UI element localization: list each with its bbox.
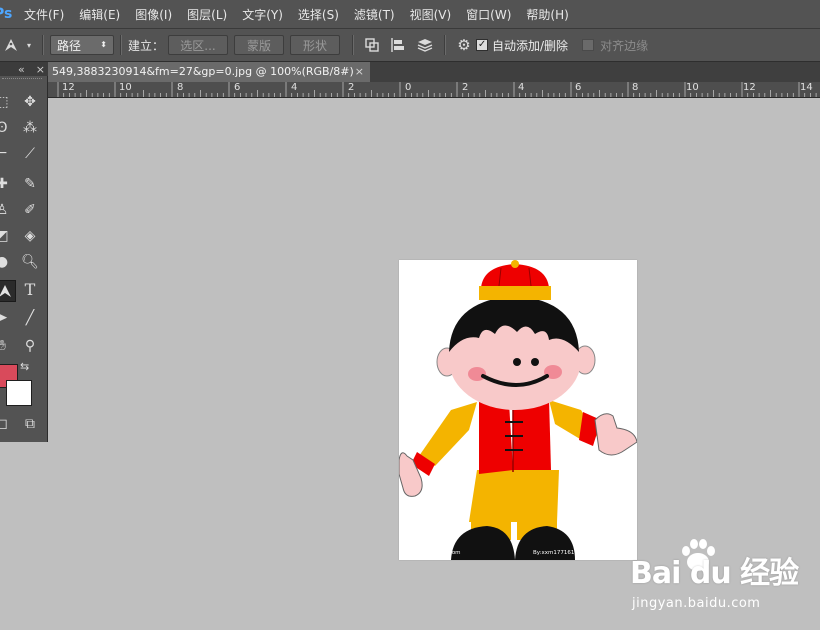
magic-wand-icon[interactable]: ⁂ — [20, 120, 40, 136]
swap-colors-icon[interactable]: ⇆ — [20, 360, 29, 373]
tool-preset-dropdown-icon[interactable]: ▾ — [22, 41, 36, 50]
menu-edit[interactable]: 编辑(E) — [79, 6, 120, 23]
eyedropper-icon[interactable]: ⟋ — [20, 146, 40, 162]
hand-icon[interactable]: ✋︎ — [0, 338, 12, 354]
path-arrangement-icon[interactable] — [412, 37, 438, 53]
document-tab[interactable]: 549,3883230914&fm=27&gp=0.jpg @ 100%(RGB… — [48, 62, 370, 82]
watermark-url: jingyan.baidu.com — [632, 596, 761, 611]
separator — [42, 35, 44, 55]
selection-button[interactable]: 选区... — [168, 35, 229, 55]
menu-select[interactable]: 选择(S) — [298, 6, 339, 23]
pen-tool-active[interactable] — [0, 280, 16, 302]
watermark-logo-text: Bai du 经验 — [630, 556, 799, 591]
lasso-icon[interactable]: ʘ — [0, 120, 12, 136]
close-icon[interactable]: × — [36, 63, 45, 76]
align-edges-label: 对齐边缘 — [600, 38, 649, 53]
brush-icon[interactable]: ✎ — [20, 176, 40, 192]
toolbox-header: « × — [0, 62, 48, 76]
eraser-icon[interactable]: ◩ — [0, 228, 12, 244]
healing-icon[interactable]: ✚ — [0, 176, 12, 192]
document-tab-title: 549,3883230914&fm=27&gp=0.jpg @ 100%(RGB… — [52, 65, 354, 78]
ruler-label: 4 — [291, 82, 298, 93]
canvas-caption-left: 昵图网 www.nipic.com — [401, 548, 461, 556]
auto-add-delete-checkbox[interactable]: ✓ — [476, 39, 489, 51]
blur-icon[interactable]: ● — [0, 254, 12, 270]
toolbox-grip[interactable] — [2, 78, 42, 82]
menu-file[interactable]: 文件(F) — [24, 6, 64, 23]
paint-bucket-icon[interactable]: ◈ — [20, 228, 40, 244]
marquee-icon[interactable]: ⬚ — [0, 94, 12, 110]
zoom-icon[interactable]: ⚲ — [20, 338, 40, 354]
collapse-icon[interactable]: « — [18, 63, 25, 76]
auto-add-delete-label: 自动添加/删除 — [492, 38, 569, 53]
menu-view[interactable]: 视图(V) — [410, 6, 452, 23]
menu-layer[interactable]: 图层(L) — [187, 6, 227, 23]
gear-icon[interactable]: ⚙ — [452, 36, 476, 54]
crop-icon[interactable]: ⌐ — [0, 146, 12, 162]
options-bar: ▾ 路径 ⬍ 建立： 选区... 蒙版 形状 ⚙ ✓ 自动添加/删除 对齐边缘 — [0, 29, 820, 62]
ruler-label: 4 — [518, 82, 525, 93]
screen-mode-icon[interactable]: ⧉ — [20, 416, 40, 432]
ruler-label: 6 — [234, 82, 241, 93]
background-color-swatch[interactable] — [6, 380, 32, 406]
separator — [120, 35, 122, 55]
baidu-jingyan-watermark: Bai du 经验 jingyan.baidu.com — [626, 539, 799, 620]
ruler-label: 0 — [405, 82, 412, 93]
move-icon[interactable]: ✥ — [20, 94, 40, 110]
cartoon-boy-image: 昵图网 www.nipic.com By:xxm17716165 No.2016… — [399, 260, 637, 560]
ruler-label: 12 — [743, 82, 756, 93]
menu-type[interactable]: 文字(Y) — [242, 6, 283, 23]
ruler-label: 10 — [119, 82, 132, 93]
ruler-label: 12 — [62, 82, 75, 93]
stamp-icon[interactable]: ♙ — [0, 202, 12, 218]
path-operations-icon[interactable] — [360, 37, 384, 53]
separator — [352, 35, 355, 55]
path-select-icon[interactable]: ➤ — [0, 310, 12, 326]
document-tab-bar: 549,3883230914&fm=27&gp=0.jpg @ 100%(RGB… — [0, 62, 820, 82]
ruler-label: 14 — [800, 82, 813, 93]
mode-dropdown[interactable]: 路径 ⬍ — [50, 35, 114, 55]
pen-tool-icon[interactable] — [0, 36, 22, 54]
horizontal-ruler[interactable]: 12 10 8 6 4 2 0 2 4 6 8 10 12 14 — [48, 82, 820, 98]
close-icon[interactable]: × — [355, 62, 364, 82]
ruler-label: 6 — [575, 82, 582, 93]
menu-image[interactable]: 图像(I) — [135, 6, 172, 23]
quick-mask-icon[interactable]: ◻ — [0, 416, 12, 432]
line-icon[interactable]: ╱ — [20, 310, 40, 326]
updown-arrow-icon: ⬍ — [100, 40, 107, 49]
mask-button[interactable]: 蒙版 — [234, 35, 285, 55]
canvas-caption-right: By:xxm17716165 No.2016... — [533, 550, 612, 556]
menu-window[interactable]: 窗口(W) — [466, 6, 511, 23]
align-edges-checkbox[interactable] — [582, 39, 595, 51]
dodge-icon[interactable]: 🔍︎ — [20, 254, 40, 270]
build-label: 建立： — [128, 38, 165, 53]
ruler-label: 8 — [632, 82, 639, 93]
menu-bar: Ps 文件(F) 编辑(E) 图像(I) 图层(L) 文字(Y) 选择(S) 滤… — [0, 0, 820, 29]
ruler-label: 8 — [177, 82, 184, 93]
ruler-label: 2 — [462, 82, 469, 93]
toolbox: ⬚ ✥ ʘ ⁂ ⌐ ⟋ ✚ ✎ ♙ ✐ ◩ ◈ ● 🔍︎ T ➤ ╱ ✋︎ ⚲ … — [0, 76, 48, 442]
shape-button[interactable]: 形状 — [290, 35, 341, 55]
menu-filter[interactable]: 滤镜(T) — [354, 6, 395, 23]
history-brush-icon[interactable]: ✐ — [20, 202, 40, 218]
menu-help[interactable]: 帮助(H) — [526, 6, 568, 23]
ruler-label: 10 — [686, 82, 699, 93]
document-canvas[interactable]: 昵图网 www.nipic.com By:xxm17716165 No.2016… — [399, 260, 637, 560]
type-icon[interactable]: T — [20, 282, 40, 298]
photoshop-logo-icon: Ps — [0, 6, 13, 22]
separator — [444, 35, 447, 55]
path-alignment-icon[interactable] — [384, 37, 412, 53]
mode-value: 路径 — [57, 38, 82, 53]
ruler-label: 2 — [348, 82, 355, 93]
